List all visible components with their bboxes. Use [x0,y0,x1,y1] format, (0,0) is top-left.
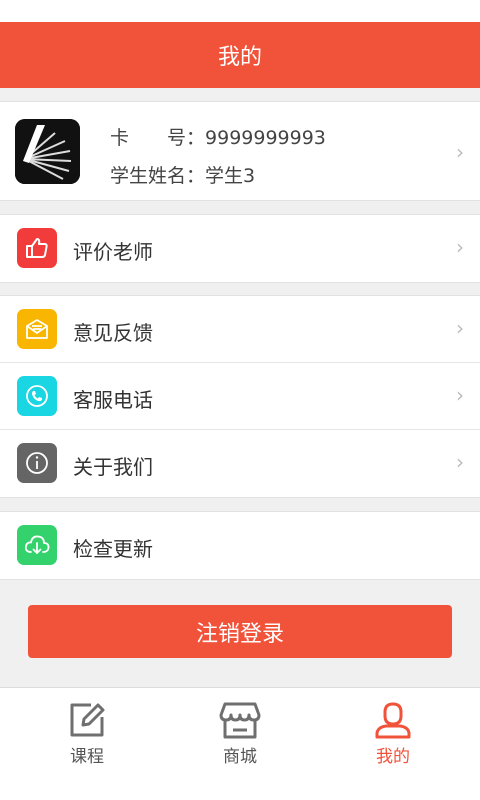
cloud-download-icon [17,525,57,565]
tab-label: 我的 [376,747,410,767]
chevron-right-icon: › [456,140,464,164]
bottom-strip [0,779,480,800]
tab-mall[interactable]: 商城 [180,700,300,767]
card-number-value: 9999999993 [205,127,326,149]
student-name-value: 学生3 [205,165,256,187]
status-bar [0,0,480,22]
check-update-label: 检查更新 [73,537,153,561]
profile-card[interactable]: 卡 号：9999999993 学生姓名：学生3 › [0,101,480,201]
chevron-right-icon: › [456,450,464,474]
chevron-right-icon: › [456,235,464,259]
avatar [15,119,80,184]
info-icon [17,443,57,483]
mail-icon [17,309,57,349]
feedback-label: 意见反馈 [73,321,153,345]
menu-group-teacher: 评价老师 › [0,214,480,283]
page-title: 我的 [217,45,262,70]
logout-button[interactable]: 注销登录 [28,605,452,658]
menu-item-rate-teacher[interactable]: 评价老师 › [0,215,480,282]
tab-label: 课程 [70,747,104,767]
service-phone-label: 客服电话 [73,388,153,412]
tab-mine[interactable]: 我的 [333,700,453,767]
rate-teacher-label: 评价老师 [73,240,153,264]
store-icon [219,702,261,739]
tab-courses[interactable]: 课程 [27,700,147,767]
student-name-label: 学生姓名： [110,165,206,187]
person-icon [375,702,411,739]
menu-group-update: 检查更新 [0,511,480,580]
card-number-line: 卡 号：9999999993 [110,123,326,150]
chevron-right-icon: › [456,316,464,340]
thumbs-up-icon [17,228,57,268]
menu-item-check-update[interactable]: 检查更新 [0,512,480,579]
card-number-label: 卡 号： [110,127,206,149]
chevron-right-icon: › [456,383,464,407]
student-name-line: 学生姓名：学生3 [110,161,255,188]
tab-label: 商城 [223,747,257,767]
menu-group-info: 意见反馈 › 客服电话 › 关于我们 › [0,295,480,498]
about-us-label: 关于我们 [73,455,153,479]
title-bar: 我的 [0,22,480,88]
menu-item-feedback[interactable]: 意见反馈 › [0,296,480,363]
menu-item-about-us[interactable]: 关于我们 › [0,430,480,497]
edit-icon [70,703,105,737]
bottom-tab-bar: 课程 商城 我的 [0,687,480,779]
menu-item-service-phone[interactable]: 客服电话 › [0,363,480,430]
phone-icon [17,376,57,416]
